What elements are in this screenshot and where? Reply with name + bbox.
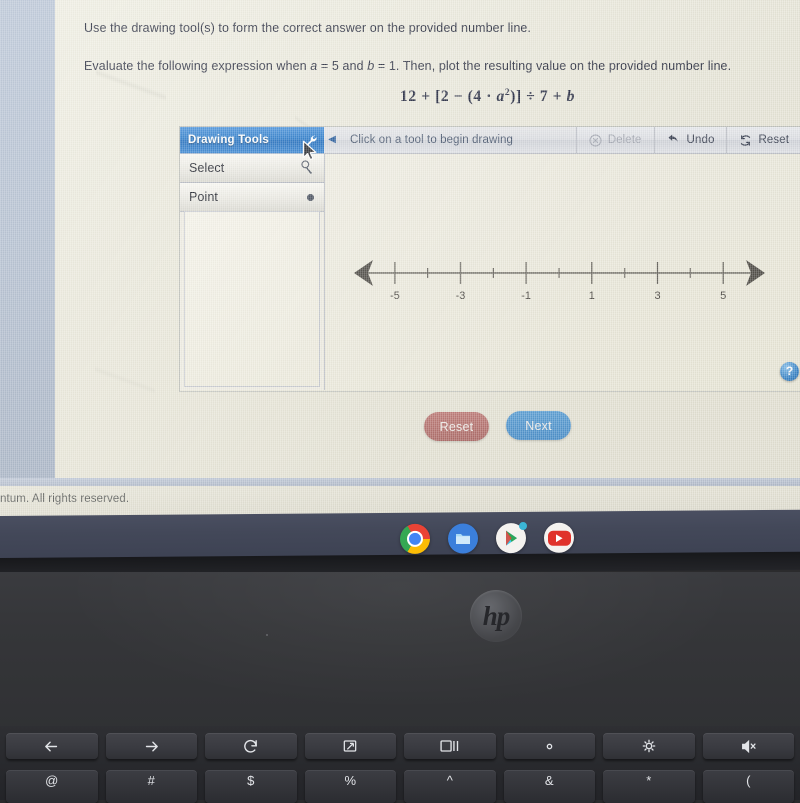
footer-separator [0, 478, 800, 486]
drawing-activity: Drawing Tools Select Point ◀ Click on a … [179, 126, 800, 392]
expr-t1: + [421, 88, 431, 106]
point-dot-icon [307, 193, 314, 201]
expr-var-a: a [496, 88, 505, 106]
youtube-icon[interactable] [544, 522, 574, 553]
back-key[interactable] [6, 733, 98, 759]
refresh-key[interactable] [205, 733, 297, 759]
instruction-line-2-suffix: = 1. Then, plot the resulting value on t… [374, 59, 732, 73]
deck-speck [266, 634, 268, 636]
expr-t13: 7 [539, 88, 549, 106]
function-key-row [0, 733, 800, 763]
copyright-text: ntum. All rights reserved. [0, 493, 130, 505]
delete-button-label: Delete [607, 134, 642, 146]
files-icon[interactable] [448, 523, 478, 554]
svg-text:-5: -5 [390, 290, 400, 302]
reset-refresh-icon [739, 134, 752, 147]
key-3[interactable]: # [105, 770, 197, 803]
instruction-a-value: = 5 and [317, 59, 368, 73]
undo-button-label: Undo [686, 134, 715, 146]
drawing-hint-text: Click on a tool to begin drawing [350, 134, 514, 146]
reset-tool-button-label: Reset [758, 134, 789, 146]
window-overview-key[interactable] [404, 733, 496, 759]
undo-button[interactable]: Undo [653, 127, 727, 153]
brightness-up-icon [642, 739, 656, 753]
reset-button[interactable]: Reset [424, 412, 489, 441]
play-store-icon[interactable] [496, 522, 527, 554]
mute-icon [741, 739, 756, 753]
number-line-svg: -5 -3 -1 1 3 5 [354, 260, 765, 302]
undo-arrow-icon [667, 133, 681, 147]
refresh-icon [244, 739, 258, 753]
laptop-screen: Use the drawing tool(s) to form the corr… [0, 0, 800, 516]
fullscreen-key[interactable] [304, 733, 396, 759]
instruction-line-2-prefix: Evaluate the following expression when [84, 59, 311, 73]
tool-point[interactable]: Point [180, 183, 324, 212]
key-6-shift: ^ [446, 773, 453, 788]
key-7-shift: & [544, 773, 554, 788]
drawing-tools-palette: Drawing Tools Select Point [180, 127, 325, 390]
key-4[interactable]: $ [205, 770, 297, 803]
expr-t11: ] [516, 88, 522, 106]
reset-tool-button[interactable]: Reset [726, 127, 800, 153]
expr-t0: 12 [400, 88, 417, 106]
expr-t14: + [552, 88, 563, 106]
chrome-icon-center [407, 530, 423, 547]
key-9[interactable]: ( [702, 770, 794, 803]
brightness-down-key[interactable] [503, 733, 595, 759]
svg-text:-1: -1 [521, 290, 531, 302]
instruction-line-1: Use the drawing tool(s) to form the corr… [84, 21, 531, 35]
collapse-left-arrow-icon[interactable]: ◀ [324, 135, 340, 145]
expr-t4: − [453, 88, 464, 106]
hp-logo: hp [470, 590, 522, 642]
brightness-down-icon [546, 743, 553, 749]
next-button[interactable]: Next [506, 411, 571, 440]
key-2[interactable]: @ [6, 770, 98, 803]
key-5[interactable]: % [304, 770, 396, 803]
key-5-shift: % [344, 773, 357, 788]
palette-empty-area [184, 211, 320, 387]
play-store-badge [519, 522, 527, 531]
fullscreen-icon [343, 740, 357, 752]
svg-text:3: 3 [654, 290, 660, 302]
tool-point-label: Point [189, 190, 218, 204]
expr-t7: · [486, 88, 493, 106]
key-2-shift: @ [45, 773, 59, 788]
key-3-shift: # [147, 773, 155, 788]
key-7[interactable]: & [503, 770, 595, 803]
delete-circle-x-icon [589, 134, 602, 147]
expr-var-b: b [566, 88, 576, 106]
expr-t3: 2 [440, 88, 450, 106]
drawing-tools-title: Drawing Tools [188, 134, 269, 146]
help-button[interactable]: ? [780, 362, 799, 381]
forward-arrow-icon [145, 741, 158, 751]
overview-icon [440, 740, 458, 752]
expr-t12: ÷ [526, 88, 536, 106]
instruction-line-2: Evaluate the following expression when a… [84, 58, 731, 75]
key-4-shift: $ [247, 773, 255, 788]
folder-glyph [456, 534, 470, 545]
youtube-play-glyph [556, 534, 563, 543]
delete-button[interactable]: Delete [575, 127, 654, 153]
svg-text:-3: -3 [456, 290, 466, 302]
laptop-deck [0, 572, 800, 732]
key-8-shift: * [646, 773, 652, 788]
mute-key[interactable] [702, 733, 794, 759]
number-line-canvas[interactable]: -5 -3 -1 1 3 5 [324, 153, 800, 391]
key-8[interactable]: * [603, 770, 695, 803]
page-left-rail [0, 0, 55, 478]
forward-key[interactable] [105, 733, 197, 759]
expr-t6: 4 [473, 88, 482, 106]
chrome-icon[interactable] [400, 523, 430, 563]
mouse-pointer [302, 140, 317, 161]
math-expression: 12 + [2 − (4 · a2)] ÷ 7 + b [400, 87, 575, 106]
drawing-toolbar: ◀ Click on a tool to begin drawing Delet… [324, 127, 800, 154]
key-9-shift: ( [746, 773, 751, 788]
brightness-up-key[interactable] [603, 733, 695, 759]
tool-select-label: Select [189, 161, 225, 175]
key-6[interactable]: ^ [404, 770, 496, 803]
back-arrow-icon [45, 741, 58, 751]
svg-text:5: 5 [720, 290, 726, 302]
svg-text:1: 1 [589, 290, 595, 302]
number-key-row: @ # $ % ^ & * ( [0, 770, 800, 803]
